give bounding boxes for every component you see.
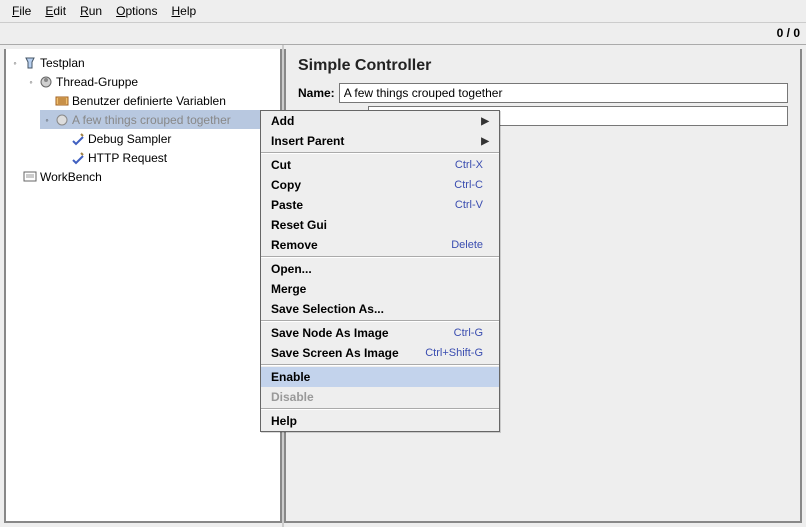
cm-merge[interactable]: Merge <box>261 279 499 299</box>
cm-help[interactable]: Help <box>261 411 499 431</box>
menu-help[interactable]: Help <box>165 2 202 20</box>
chevron-right-icon: ▶ <box>481 136 489 147</box>
tree-label: HTTP Request <box>88 151 167 165</box>
tree-label: WorkBench <box>40 170 102 184</box>
tree-node-debug-sampler[interactable]: Debug Sampler <box>56 129 278 148</box>
tree-label: Thread-Gruppe <box>56 75 138 89</box>
tree-node-workbench[interactable]: WorkBench <box>8 167 278 186</box>
tree-node-simple-controller[interactable]: ◦ A few things crouped together <box>40 110 278 129</box>
tree-node-http-request[interactable]: HTTP Request <box>56 148 278 167</box>
cm-save-node-image[interactable]: Save Node As ImageCtrl-G <box>261 323 499 343</box>
cm-save-screen-image[interactable]: Save Screen As ImageCtrl+Shift-G <box>261 343 499 363</box>
tree: ◦ Testplan ◦ <box>8 53 278 186</box>
cm-add[interactable]: Add▶ <box>261 111 499 131</box>
tree-node-testplan[interactable]: ◦ Testplan <box>8 53 278 72</box>
tree-panel: ◦ Testplan ◦ <box>4 49 282 523</box>
name-row: Name: <box>298 83 788 103</box>
menu-options[interactable]: Options <box>110 2 163 20</box>
context-menu: Add▶ Insert Parent▶ CutCtrl-X CopyCtrl-C… <box>260 110 500 432</box>
name-label: Name: <box>298 86 335 100</box>
cm-remove[interactable]: RemoveDelete <box>261 235 499 255</box>
thread-counter: 0 / 0 <box>777 26 800 40</box>
menubar: File Edit Run Options Help <box>0 0 806 23</box>
separator <box>261 152 499 154</box>
toggle-icon[interactable]: ◦ <box>26 77 36 87</box>
menu-file[interactable]: File <box>6 2 37 20</box>
chevron-right-icon: ▶ <box>481 116 489 127</box>
tree-label: A few things crouped together <box>72 113 231 127</box>
menu-edit[interactable]: Edit <box>39 2 72 20</box>
tree-label: Benutzer definierte Variablen <box>72 94 226 108</box>
separator <box>261 256 499 258</box>
cm-paste[interactable]: PasteCtrl-V <box>261 195 499 215</box>
cm-save-selection[interactable]: Save Selection As... <box>261 299 499 319</box>
sampler-icon <box>70 150 86 166</box>
name-input[interactable] <box>339 83 788 103</box>
controller-icon <box>54 112 70 128</box>
cm-open[interactable]: Open... <box>261 259 499 279</box>
cm-cut[interactable]: CutCtrl-X <box>261 155 499 175</box>
separator <box>261 364 499 366</box>
cm-insert-parent[interactable]: Insert Parent▶ <box>261 131 499 151</box>
separator <box>261 320 499 322</box>
menu-run[interactable]: Run <box>74 2 108 20</box>
thread-group-icon <box>38 74 54 90</box>
tree-node-user-vars[interactable]: Benutzer definierte Variablen <box>40 91 278 110</box>
config-icon <box>54 93 70 109</box>
tree-node-thread-group[interactable]: ◦ Thread-Gruppe <box>24 72 278 91</box>
cm-disable: Disable <box>261 387 499 407</box>
cm-enable[interactable]: Enable <box>261 367 499 387</box>
cm-reset-gui[interactable]: Reset Gui <box>261 215 499 235</box>
tree-label: Testplan <box>40 56 85 70</box>
panel-title: Simple Controller <box>298 57 788 75</box>
workbench-icon <box>22 169 38 185</box>
separator <box>261 408 499 410</box>
sampler-icon <box>70 131 86 147</box>
toolbar-strip: 0 / 0 <box>0 23 806 45</box>
tree-label: Debug Sampler <box>88 132 171 146</box>
cm-copy[interactable]: CopyCtrl-C <box>261 175 499 195</box>
toggle-icon[interactable]: ◦ <box>42 115 52 125</box>
testplan-icon <box>22 55 38 71</box>
toggle-icon[interactable]: ◦ <box>10 58 20 68</box>
